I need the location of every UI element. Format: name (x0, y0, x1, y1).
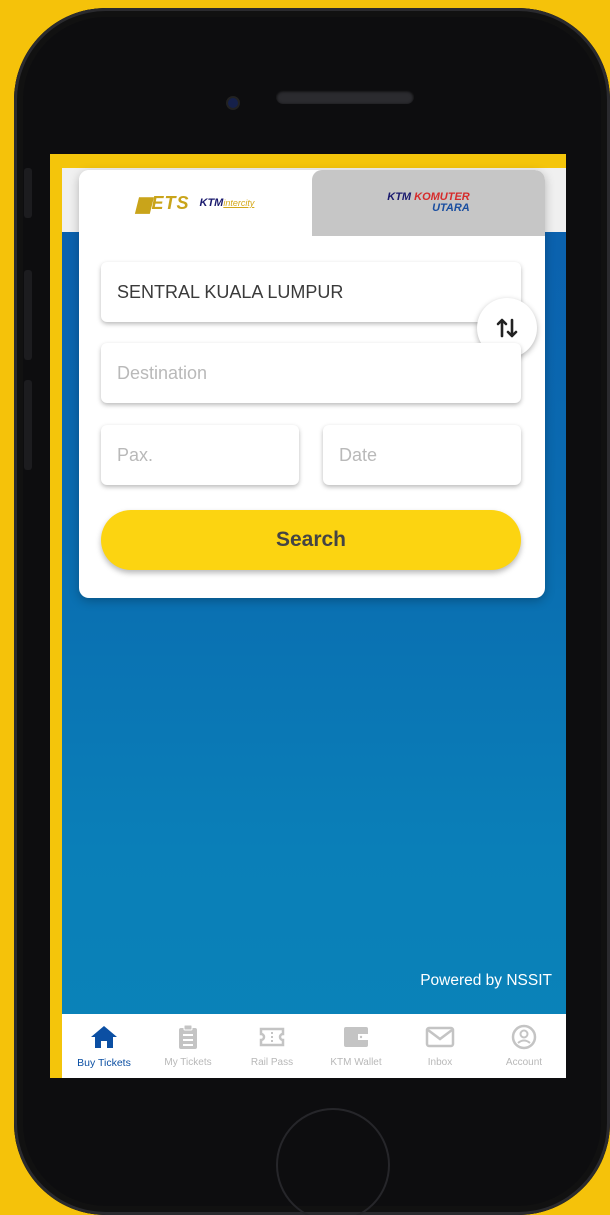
mail-icon (425, 1026, 455, 1048)
home-icon (91, 1026, 117, 1048)
ets-logo: ▆ETS (136, 192, 190, 213)
nav-label: KTM Wallet (330, 1057, 382, 1068)
destination-field[interactable]: Destination (101, 343, 521, 403)
origin-field[interactable]: SENTRAL KUALA LUMPUR (101, 262, 521, 322)
swap-arrows-icon (496, 318, 518, 338)
operator-tabs: ▆ETS KTMintercity KTM KOMUTER UTARA (79, 170, 545, 236)
wallet-icon (344, 1027, 368, 1047)
ticket-icon (259, 1027, 285, 1047)
search-card: ▆ETS KTMintercity KTM KOMUTER UTARA SENT… (79, 170, 545, 598)
komuter-utara-logo: KTM KOMUTER UTARA (387, 191, 470, 214)
volume-up-button (24, 270, 32, 360)
nav-label: Account (505, 1057, 543, 1068)
app-background: ▆ETS KTMintercity KTM KOMUTER UTARA SENT… (62, 168, 566, 1078)
origin-value: SENTRAL KUALA LUMPUR (117, 281, 344, 302)
powered-by-text: Powered by NSSIT (420, 972, 552, 989)
destination-placeholder: Destination (117, 362, 208, 383)
tab-ets-intercity[interactable]: ▆ETS KTMintercity (79, 170, 312, 236)
pax-field[interactable]: Pax. (101, 425, 299, 485)
tab-komuter-utara[interactable]: KTM KOMUTER UTARA (312, 170, 545, 236)
front-camera (228, 98, 238, 108)
nav-buy-tickets[interactable]: Buy Tickets (64, 1024, 144, 1069)
nav-label: Rail Pass (250, 1057, 294, 1068)
ktm-intercity-logo: KTMintercity (199, 197, 255, 209)
nav-ktm-wallet[interactable]: KTM Wallet (316, 1024, 396, 1068)
nav-my-tickets[interactable]: My Tickets (148, 1024, 228, 1068)
pax-placeholder: Pax. (117, 444, 154, 465)
app-screen: ▆ETS KTMintercity KTM KOMUTER UTARA SENT… (50, 154, 566, 1078)
bottom-nav: Buy Tickets My Tickets Rail Pass KTM Wal… (62, 1014, 566, 1078)
clipboard-icon (179, 1024, 197, 1049)
search-button[interactable]: Search (101, 510, 521, 570)
account-icon (511, 1024, 537, 1050)
nav-label: My Tickets (164, 1057, 212, 1068)
nav-label: Inbox (427, 1057, 453, 1068)
nav-rail-pass[interactable]: Rail Pass (232, 1024, 312, 1068)
nav-inbox[interactable]: Inbox (400, 1024, 480, 1068)
mute-switch (24, 168, 32, 218)
date-field[interactable]: Date (323, 425, 521, 485)
nav-account[interactable]: Account (484, 1024, 564, 1068)
volume-down-button (24, 380, 32, 470)
nav-label: Buy Tickets (77, 1057, 131, 1069)
home-button[interactable] (276, 1108, 390, 1215)
earpiece-speaker (276, 90, 414, 104)
date-placeholder: Date (339, 444, 378, 465)
